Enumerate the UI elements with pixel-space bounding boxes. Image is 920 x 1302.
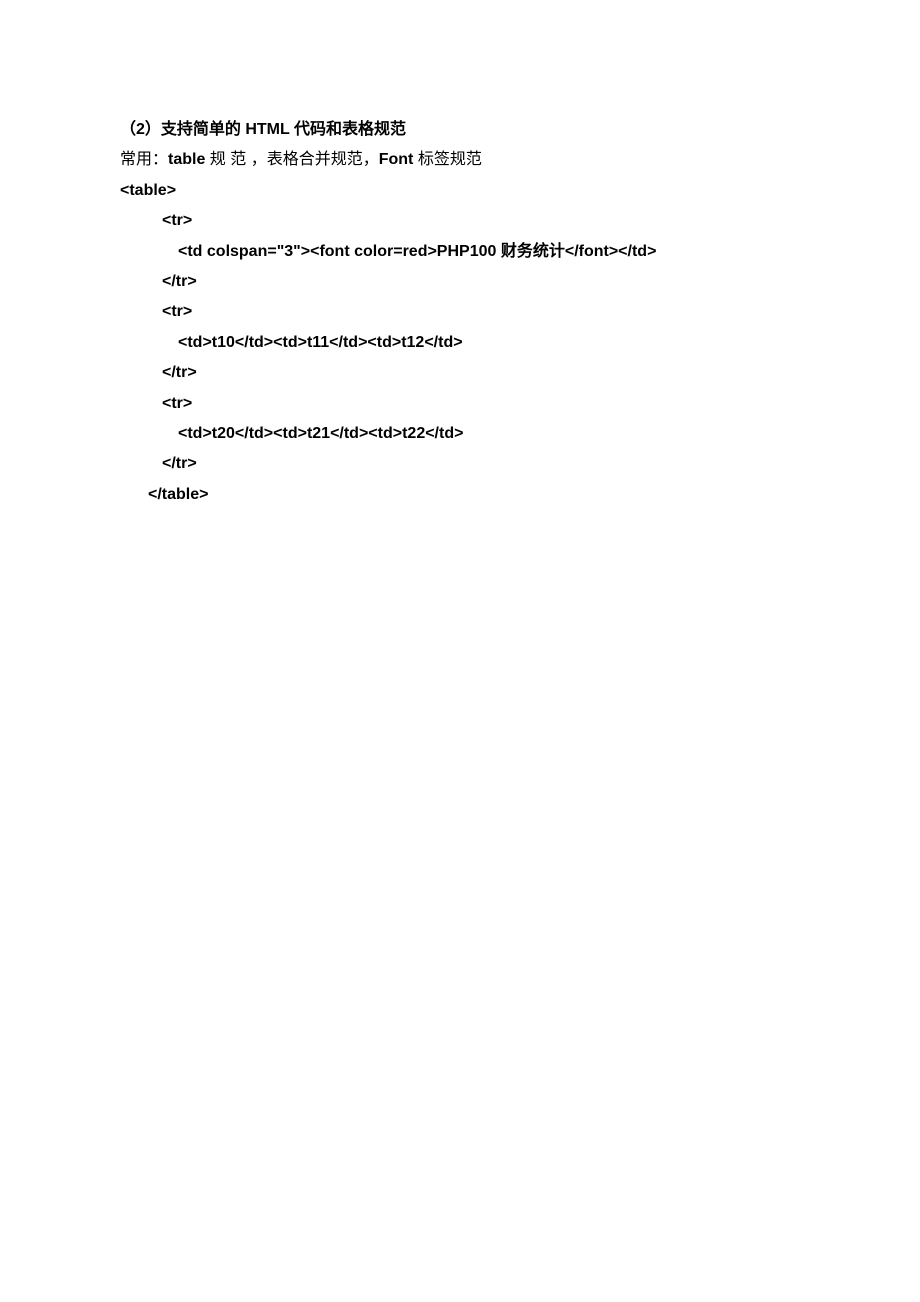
subheading-mid1: 规 范 ，	[205, 151, 266, 168]
code-line-11: </table>	[120, 480, 800, 510]
heading-number: （2）	[120, 121, 161, 138]
code-line-6: <td>t10</td><td>t11</td><td>t12</td>	[120, 328, 800, 358]
code-line-8: <tr>	[120, 389, 800, 419]
subheading-keyword-font: Font	[379, 151, 414, 168]
section-heading: （2）支持简单的 HTML 代码和表格规范	[120, 115, 800, 145]
code-line-5: <tr>	[120, 297, 800, 327]
heading-text: 支持简单的 HTML 代码和表格规范	[161, 121, 406, 138]
subheading-suffix: 标签规范	[413, 151, 481, 168]
subheading-keyword-table: table	[168, 151, 205, 168]
code-line-4: </tr>	[120, 267, 800, 297]
code-line-9: <td>t20</td><td>t21</td><td>t22</td>	[120, 419, 800, 449]
code-line-1: <table>	[120, 176, 800, 206]
subheading-prefix: 常用：	[120, 151, 168, 168]
code-line-3: <td colspan="3"><font color=red>PHP100 财…	[120, 237, 800, 267]
code-line-10: </tr>	[120, 449, 800, 479]
code-line-2: <tr>	[120, 206, 800, 236]
code-line-7: </tr>	[120, 358, 800, 388]
subheading-mid2: 表格合并规范，	[267, 151, 379, 168]
subheading-line: 常用：table 规 范 ，表格合并规范，Font 标签规范	[120, 145, 800, 175]
